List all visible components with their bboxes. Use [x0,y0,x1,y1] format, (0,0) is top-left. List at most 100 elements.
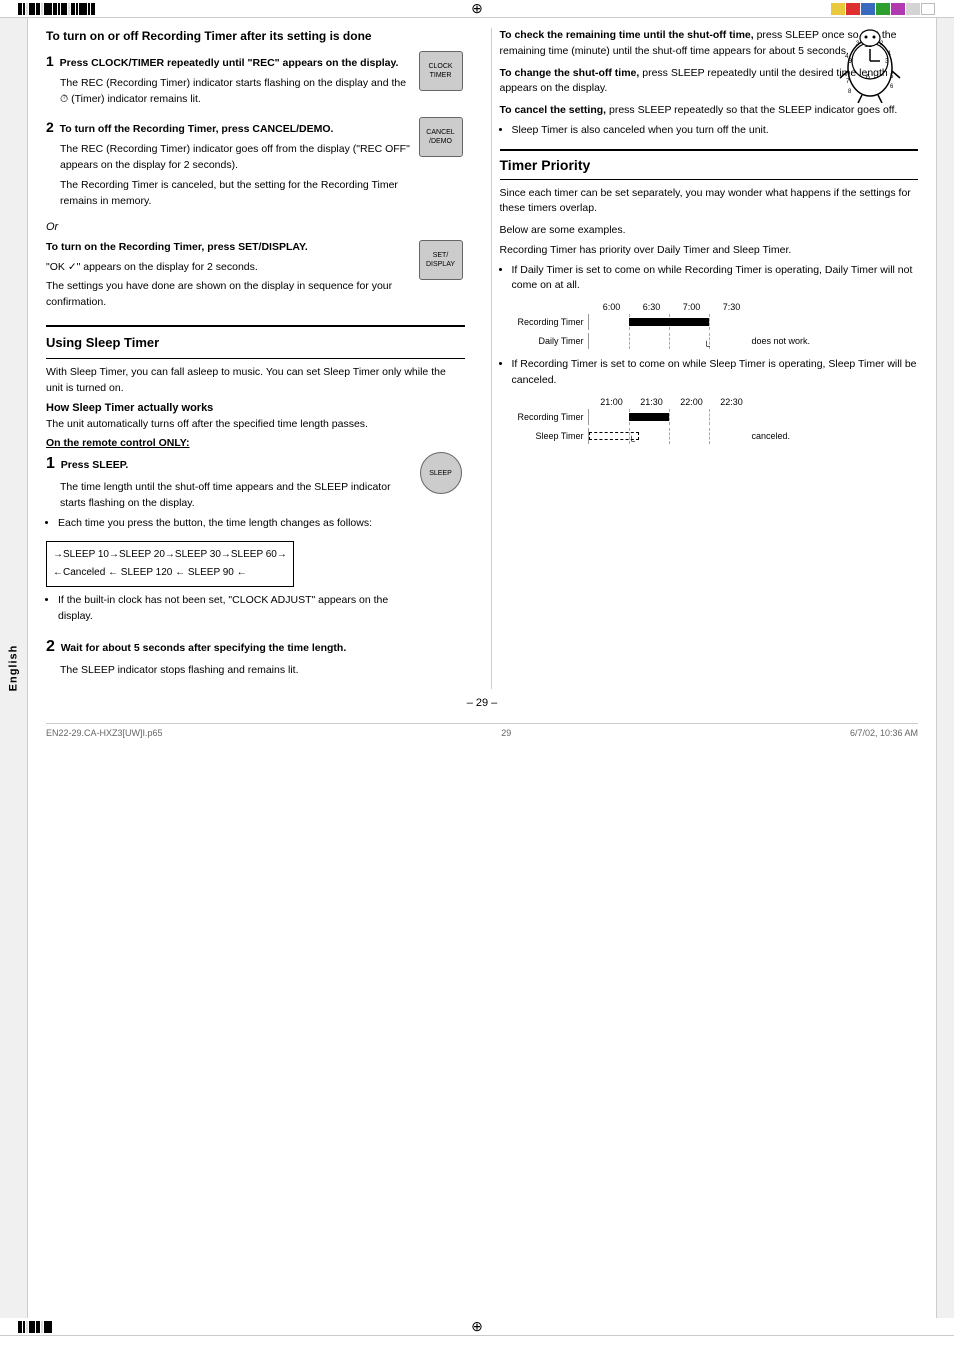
bottom-decorative-bar: ⊕ [0,1318,954,1336]
bar-element [71,3,75,15]
cancel-demo-button: CANCEL /DEMO [419,117,463,157]
cancel-bullet: Sleep Timer is also canceled when you tu… [512,123,919,139]
recording-timer-section: To turn on or off Recording Timer after … [46,28,465,315]
bar-element [76,3,78,15]
bar-element [18,3,22,15]
bar-element [61,3,67,15]
bar-element [36,3,40,15]
color-bar [891,3,905,15]
timer-chart-2: 21:00 21:30 22:00 22:30 Recording Timer [500,397,919,444]
step1-text: 1 Press CLOCK/TIMER repeatedly until "RE… [46,51,411,72]
sleep-step1-content: 1 Press SLEEP. The time length until the… [46,452,411,629]
two-column-layout: To turn on or off Recording Timer after … [46,28,918,689]
sleep-button: SLEEP [420,452,462,494]
sleep-cycle-diagram: →SLEEP 10→SLEEP 20→SLEEP 30→SLEEP 60→ ←C… [46,541,294,587]
color-bar [921,3,935,15]
recording-bar2 [629,413,669,421]
change-shutoff-label: To change the shut-off time, [500,67,640,79]
step2-detail2: The Recording Timer is canceled, but the… [60,178,411,210]
sleep-btn-label: SLEEP [429,469,452,478]
bar-element [23,3,25,15]
chart2-time1: 21:00 [592,397,632,407]
chart1-time4: 7:30 [712,302,752,312]
color-bar [861,3,875,15]
step2b-icon: SET/ DISPLAY [417,240,465,280]
bar-element [88,3,90,15]
b-bar [23,1321,25,1333]
step2-label: To turn off the Recording Timer, press C… [60,123,334,135]
chart1-row2-bar-area: └ [588,333,748,349]
sleep-cycle-line2: ←Canceled ← SLEEP 120 ← SLEEP 90 ← [53,564,287,582]
svg-text:3: 3 [885,58,889,65]
chart2-row2-label: Sleep Timer [500,431,588,441]
sleep-step1-block: 1 Press SLEEP. The time length until the… [46,452,465,629]
svg-text:8: 8 [848,89,852,95]
bar-element [26,3,28,15]
clock-btn-label: CLOCK TIMER [428,62,452,80]
color-bar [831,3,845,15]
sleep-step1-num: 1 [46,455,55,472]
sleep-step2-label: Wait for about 5 seconds after specifyin… [61,642,346,654]
step2b-text: To turn on the Recording Timer, press SE… [46,240,411,256]
tick2c [669,409,670,425]
tick3b [709,333,749,349]
sleep-step2-content: 2 Wait for about 5 seconds after specify… [46,635,465,683]
chart2-row2: Sleep Timer └ canc [500,428,919,444]
recording-bar1 [629,318,709,326]
bar-element [68,3,70,15]
chart1-note: does not work. [752,336,811,346]
or-label: Or [46,219,465,236]
tick3c [709,409,710,425]
sleep-step1-text: 1 Press SLEEP. [46,452,411,476]
color-bar [846,3,860,15]
timer-priority-section: Timer Priority Since each timer can be s… [500,157,919,444]
step2-text: 2 To turn off the Recording Timer, press… [46,117,411,138]
bottom-compass: ⊕ [471,1318,483,1335]
right-column: To check the remaining time until the sh… [491,28,919,689]
tick2d [669,428,670,444]
clock-timer-button: CLOCK TIMER [419,51,463,91]
step1-label: Press CLOCK/TIMER repeatedly until "REC"… [60,57,399,69]
sleep-step1-icon: SLEEP [417,452,465,494]
top-bar-left-pattern [18,3,96,15]
top-bar-right-pattern [831,3,936,15]
step2-block: 2 To turn off the Recording Timer, press… [46,117,465,213]
chart1-row2: Daily Timer └ does not work. [500,333,919,349]
timer-priority-intro: Since each timer can be set separately, … [500,186,919,218]
bar-element [53,3,57,15]
below-examples: Below are some examples. [500,223,919,239]
sidebar: English [0,18,28,1318]
priority-bullet2-list: If Recording Timer is set to come on whi… [500,357,919,389]
sleep-step2-text: 2 Wait for about 5 seconds after specify… [46,635,465,659]
chart1-time2: 6:30 [632,302,672,312]
color-bar [876,3,890,15]
sleep-step1-bullets: Each time you press the button, the time… [46,516,411,532]
step2b-detail2: The settings you have done are shown on … [46,279,411,311]
priority-bullet1: If Daily Timer is set to come on while R… [512,263,919,295]
chart1-row1-bar-area [588,314,748,330]
how-sleep-heading: How Sleep Timer actually works [46,402,465,414]
check-remaining-label: To check the remaining time until the sh… [500,29,754,41]
b-bar [36,1321,40,1333]
svg-text:6: 6 [890,84,894,90]
top-content-area: 1 2 3 6 9 [46,28,918,689]
set-display-button: SET/ DISPLAY [419,240,463,280]
step1-icon: CLOCK TIMER [417,51,465,91]
sleep-timer-arrow: └ [629,436,635,446]
sleep-cycle-line1: →SLEEP 10→SLEEP 20→SLEEP 30→SLEEP 60→ [53,546,287,564]
bottom-bar-left [18,1321,53,1333]
tick2b [669,333,709,349]
chart1-time1: 6:00 [592,302,632,312]
remote-only-heading: On the remote control ONLY: [46,437,465,449]
sleep-step1-bullets2: If the built-in clock has not been set, … [46,593,411,625]
chart2-row1-bar-area [588,409,748,425]
tick3 [709,314,749,330]
chart1-row1-label: Recording Timer [500,317,588,327]
svg-text:1: 1 [888,51,892,57]
compass-symbol: ⊕ [471,0,483,17]
step2b-detail1: "OK ✓" appears on the display for 2 seco… [46,260,411,276]
sleep-step2-num: 2 [46,638,55,655]
svg-text:9: 9 [848,58,852,65]
top-decorative-bar: ⊕ [0,0,954,18]
priority-bullet1-list: If Daily Timer is set to come on while R… [500,263,919,295]
